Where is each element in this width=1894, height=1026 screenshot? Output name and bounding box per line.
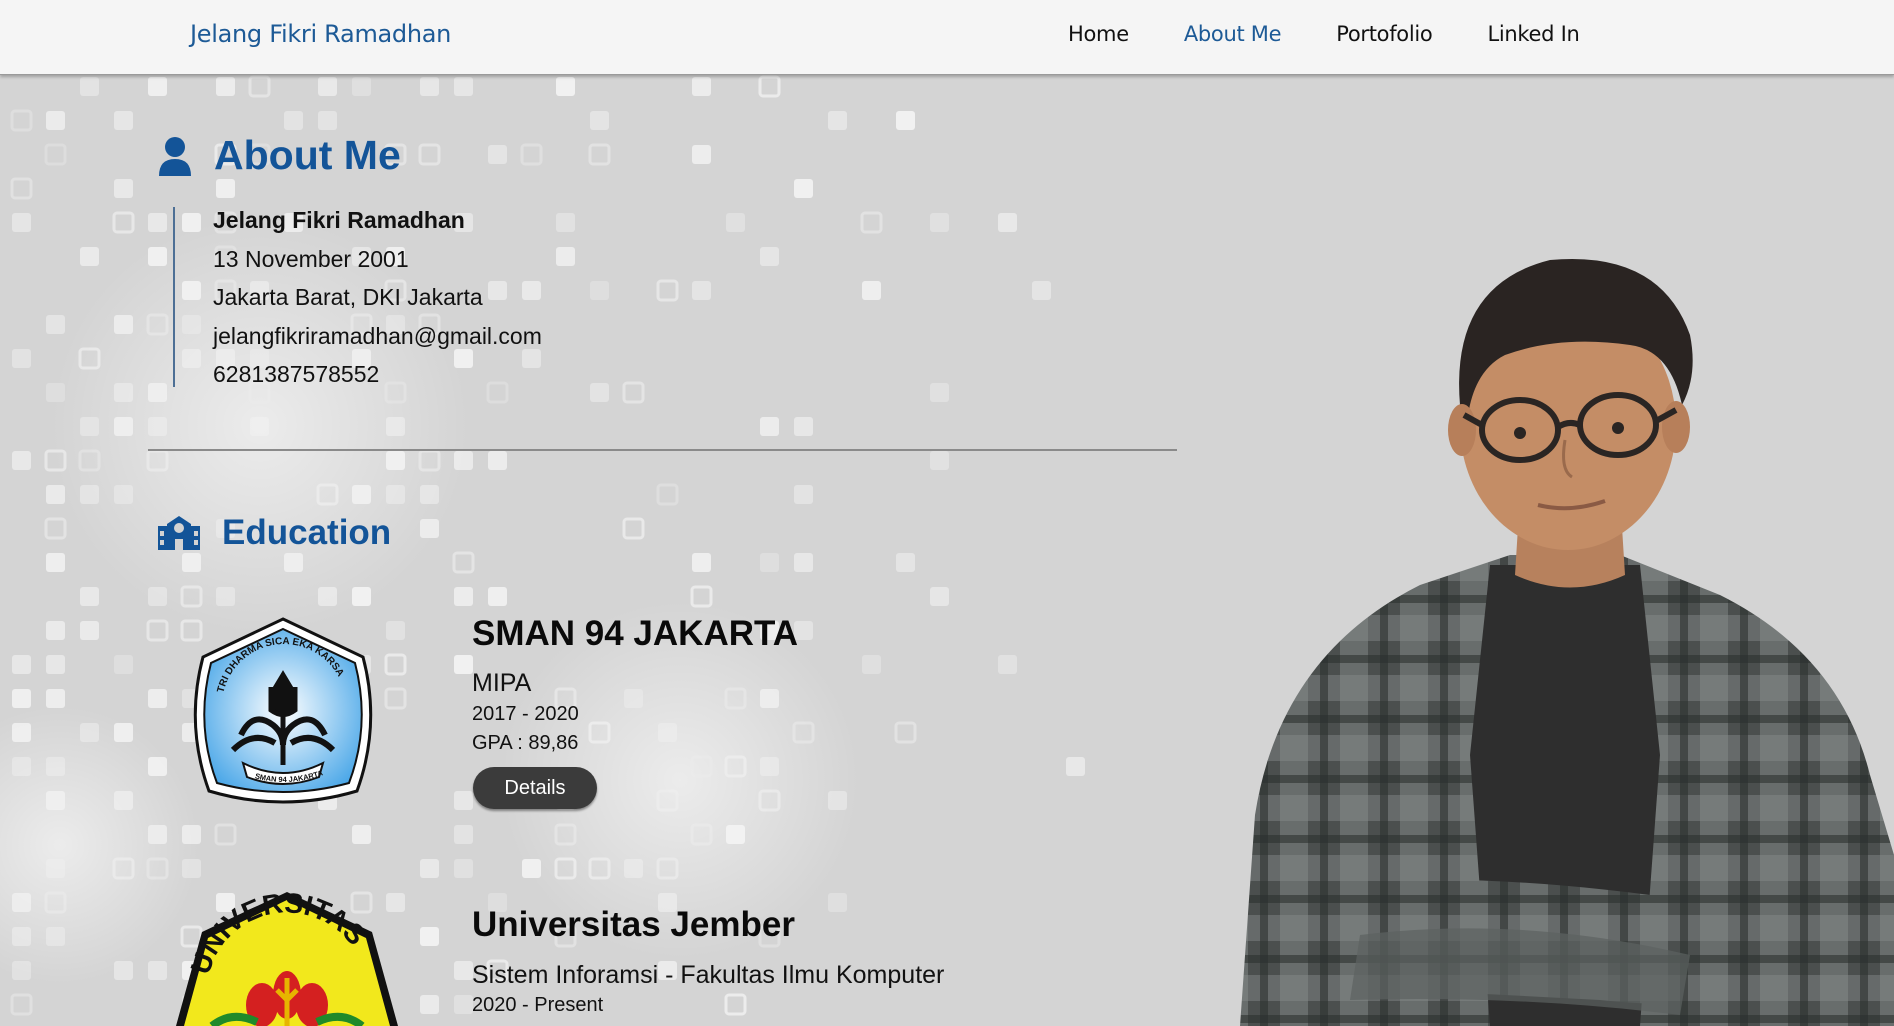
school-years-2: 2020 - Present	[472, 994, 604, 1016]
navbar: Jelang Fikri Ramadhan Home About Me Port…	[0, 0, 1894, 75]
profile-email: jelangfikriramadhan@gmail.com	[213, 322, 542, 349]
education-heading: Education	[158, 513, 391, 553]
profile-name: Jelang Fikri Ramadhan	[213, 207, 465, 233]
about-title: About Me	[214, 132, 401, 178]
profile-location: Jakarta Barat, DKI Jakarta	[213, 284, 483, 310]
nav-home-link[interactable]: Home	[1068, 22, 1129, 46]
main-content: About Me Jelang Fikri Ramadhan 13 Novemb…	[0, 0, 1894, 1026]
brand-link[interactable]: Jelang Fikri Ramadhan	[190, 20, 451, 48]
education-title: Education	[222, 513, 392, 552]
about-info: Jelang Fikri Ramadhan 13 November 2001 J…	[173, 207, 542, 387]
nav-about-link[interactable]: About Me	[1184, 22, 1282, 46]
unej-logo: UNIVERSITAS	[176, 890, 398, 1026]
school-gpa-1: GPA : 89,86	[472, 732, 579, 754]
nav-portfolio-link[interactable]: Portofolio	[1336, 22, 1433, 46]
school-major-2: Sistem Inforamsi - Fakultas Ilmu Kompute…	[472, 961, 945, 989]
details-button[interactable]: Details	[473, 767, 597, 809]
user-icon	[159, 136, 191, 176]
sman94-logo: TRI DHARMA SICA EKA KARSA SMAN 94 JAKART…	[193, 617, 373, 804]
nav-linkedin-link[interactable]: Linked In	[1487, 22, 1579, 46]
nav-links: Home About Me Portofolio Linked In	[1068, 22, 1634, 46]
school-icon	[158, 516, 200, 550]
school-name-1: SMAN 94 JAKARTA	[472, 614, 799, 653]
school-years-1: 2017 - 2020	[472, 703, 579, 725]
about-heading: About Me	[158, 132, 401, 179]
school-major-1: MIPA	[472, 669, 532, 697]
section-divider	[148, 449, 1177, 451]
profile-phone: 6281387578552	[213, 361, 380, 387]
profile-birthdate: 13 November 2001	[213, 245, 409, 272]
school-name-2: Universitas Jember	[472, 905, 795, 944]
